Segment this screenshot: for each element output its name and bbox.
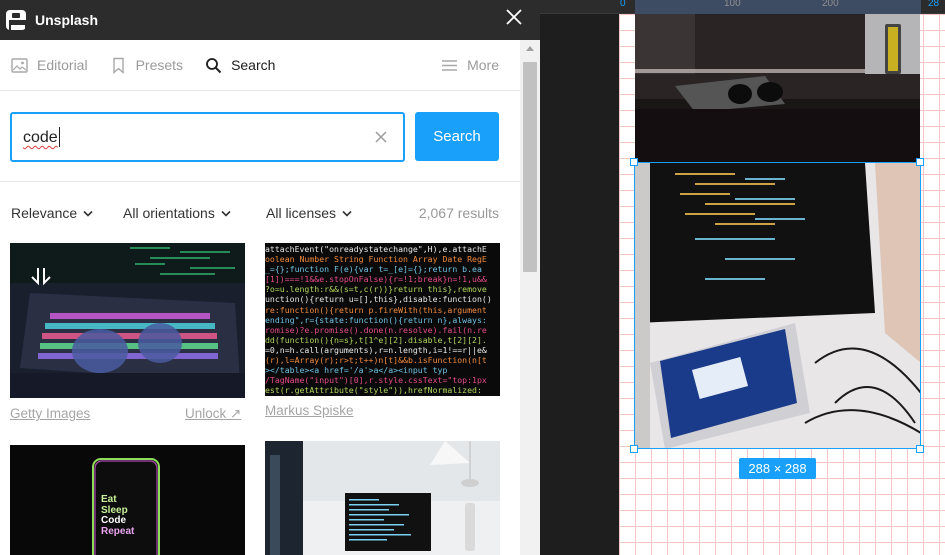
selection-outline (634, 162, 921, 449)
sort-dropdown[interactable]: Relevance (11, 205, 93, 221)
resize-handle-bottom-right[interactable] (916, 445, 924, 453)
code-line: dd(function(){n=s},t[1^e][2].disable,t[2… (265, 334, 487, 345)
code-line: _={};function F(e){var t=_[e]={};return … (265, 264, 482, 275)
app-title: Unsplash (35, 12, 99, 28)
tab-search-label: Search (231, 57, 276, 73)
tab-editorial[interactable]: Editorial (11, 57, 88, 74)
photo-credit-markus[interactable]: Markus Spiske (265, 403, 354, 418)
ruler-tick-0: 0 (620, 0, 626, 9)
code-line: ending",r={state:function(){return n},al… (265, 314, 487, 325)
result-image-laptop[interactable] (265, 441, 500, 555)
filter-bar: Relevance All orientations All licenses … (0, 183, 520, 241)
orientation-dropdown[interactable]: All orientations (123, 205, 231, 221)
plugin-panel: Unsplash Editorial Presets Search More c… (0, 0, 540, 555)
phone-text-eat: Eat (101, 494, 117, 505)
code-line: re:function(){return p.fireWith(this,arg… (265, 304, 487, 315)
image-icon (11, 57, 28, 73)
code-line: /TagName("input")[0],r.style.cssText="to… (265, 375, 487, 386)
code-line: (r),l=Array(r);r>t;t++)n[t]&&b.isFunctio… (265, 355, 487, 366)
phone-text-repeat: Repeat (101, 525, 135, 537)
scroll-up-arrow-icon[interactable] (526, 46, 534, 51)
result-image-code[interactable]: attachEvent("onreadystatechange",H),e.at… (265, 243, 500, 396)
result-image-keyboard[interactable] (10, 243, 245, 398)
scrollbar-thumb[interactable] (523, 62, 537, 272)
laptop-photo (265, 441, 500, 555)
code-line: romise)?e.promise().done(n.resolve).fail… (265, 324, 487, 335)
chevron-down-icon (342, 210, 352, 217)
code-line: unction(){return u=[],this},disable:func… (265, 294, 492, 305)
chevron-down-icon (221, 210, 231, 217)
search-row: code Search (0, 92, 520, 182)
tab-bar: Editorial Presets Search More (0, 40, 520, 91)
text-caret (59, 127, 60, 147)
unsplash-logo-icon (6, 10, 27, 34)
search-input[interactable]: code (10, 112, 405, 162)
resize-handle-top-left[interactable] (630, 158, 638, 166)
keyboard-photo (10, 243, 245, 398)
menu-icon (442, 59, 458, 71)
canvas-image-desk[interactable] (635, 14, 920, 162)
ruler-tick-200: 200 (822, 0, 839, 9)
code-line: ?o=u.length:r&&(s=t,c(r))}return this},r… (265, 284, 487, 295)
search-input-value: code (23, 129, 58, 146)
phone-screen-text: Eat Sleep Code Repeat (101, 494, 135, 537)
code-line: oolean Number String Function Array Date… (265, 254, 487, 265)
tab-more-label: More (467, 57, 499, 73)
ruler-selection-highlight (635, 0, 921, 14)
tab-editorial-label: Editorial (37, 57, 88, 73)
clear-search-icon[interactable] (375, 131, 387, 143)
tab-search[interactable]: Search (205, 57, 275, 74)
sort-dropdown-label: Relevance (11, 205, 78, 221)
results-count: 2,067 results (418, 205, 499, 221)
ruler-tick-280: 28 (928, 0, 940, 9)
photo-credit-getty[interactable]: Getty Images (10, 406, 90, 421)
horizontal-ruler: 0 100 200 28 (540, 0, 945, 14)
code-lines: attachEvent("onreadystatechange",H),e.at… (265, 243, 500, 395)
phone-text-code: Code (101, 515, 126, 526)
search-icon (206, 57, 222, 73)
chevron-down-icon (83, 210, 93, 217)
resize-handle-top-right[interactable] (916, 158, 924, 166)
tab-presets[interactable]: Presets (110, 57, 183, 74)
tab-more[interactable]: More (441, 57, 499, 74)
license-dropdown-label: All licenses (266, 205, 337, 221)
unlock-link[interactable]: Unlock ↗ (185, 406, 241, 422)
code-line: =0,n=h.call(arguments),r=n.length,i=1!==… (265, 344, 487, 355)
ruler-tick-100: 100 (724, 0, 741, 9)
desk-photo (635, 14, 920, 162)
bookmark-icon (112, 57, 124, 74)
code-line: est(r.getAttribute("style")),hrefNormali… (265, 385, 482, 396)
code-line: [1])===!1&&e.stopOnFalse){r=!1;break}n=!… (265, 274, 487, 285)
search-button[interactable]: Search (415, 112, 499, 161)
resize-handle-bottom-left[interactable] (630, 445, 638, 453)
result-image-phone[interactable]: Eat Sleep Code Repeat (10, 445, 245, 555)
title-bar: Unsplash (0, 0, 540, 40)
license-dropdown[interactable]: All licenses (266, 205, 352, 221)
design-canvas[interactable]: 0 100 200 28 288 × 288 (540, 0, 945, 555)
selection-size-badge: 288 × 288 (739, 458, 816, 479)
panel-scrollbar[interactable] (520, 40, 540, 555)
code-line: ></table><a href='/a'>a</a><input typ (265, 365, 448, 376)
code-line: attachEvent("onreadystatechange",H),e.at… (265, 244, 487, 254)
close-icon[interactable] (504, 7, 524, 27)
orientation-dropdown-label: All orientations (123, 205, 215, 221)
tab-presets-label: Presets (135, 57, 184, 73)
app-window: Unsplash Editorial Presets Search More c… (0, 0, 945, 555)
